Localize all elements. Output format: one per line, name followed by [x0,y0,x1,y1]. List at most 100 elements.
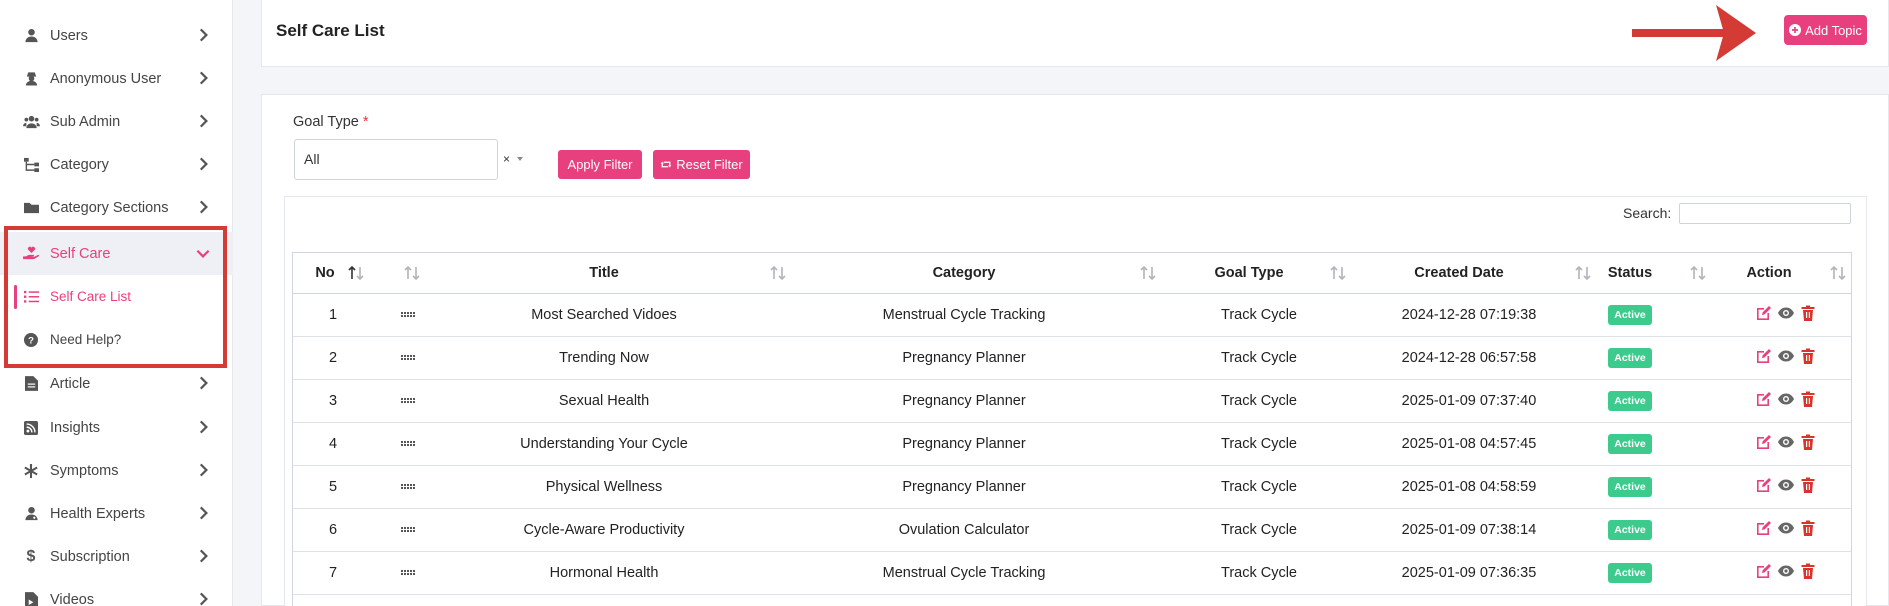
sort-icon[interactable] [1829,265,1847,281]
drag-handle-icon[interactable] [393,466,423,508]
file-video-icon [22,591,40,606]
sidebar-item-sub-admin[interactable]: Sub Admin [0,100,233,143]
view-icon[interactable] [1778,563,1794,583]
drag-handle-icon[interactable] [393,337,423,379]
column-header-created-date[interactable]: Created Date [1349,253,1569,293]
edit-icon[interactable] [1756,305,1772,325]
cell-no: 7 [328,565,338,581]
cell-no: 4 [328,436,338,452]
sort-icon[interactable] [1139,265,1157,281]
sidebar-item-insights[interactable]: Insights [0,406,233,449]
cell-category: Ovulation Calculator [898,522,1030,538]
cell-created-date: 2025-01-08 04:57:45 [1401,436,1537,452]
status-cell: Active [1594,423,1666,465]
chevron-right-icon [199,114,208,128]
chevron-right-icon [199,71,208,85]
table-row: 7 Hormonal Health Menstrual Cycle Tracking… [293,552,1851,595]
table-row: 1 Most Searched Vidoes Menstrual Cycle Tra… [293,294,1851,337]
folder-icon [22,199,40,217]
drag-handle-icon[interactable] [393,423,423,465]
goal-type-select[interactable]: All × [294,139,523,180]
table-header-row: No Title Category Goal Type Created Date… [293,253,1851,294]
column-header-status[interactable]: Status [1594,253,1666,293]
table-row: 2 Trending Now Pregnancy Planner Track Cycl… [293,337,1851,380]
sidebar-item-label: Videos [50,591,95,606]
view-icon[interactable] [1778,477,1794,497]
sidebar-item-category-sections[interactable]: Category Sections [0,186,233,229]
column-header-category[interactable]: Category [789,253,1139,293]
delete-icon[interactable] [1800,305,1816,325]
sidebar-item-label: Article [50,375,91,392]
edit-icon[interactable] [1756,348,1772,368]
edit-icon[interactable] [1756,563,1772,583]
sidebar-item-symptoms[interactable]: Symptoms [0,449,233,492]
drag-handle-icon[interactable] [393,380,423,422]
delete-icon[interactable] [1800,520,1816,540]
delete-icon[interactable] [1800,391,1816,411]
column-header-action[interactable]: Action [1709,253,1829,293]
action-cell [1709,380,1863,422]
view-icon[interactable] [1778,391,1794,411]
goal-type-label-text: Goal Type [293,114,359,130]
drag-handle-icon[interactable] [393,509,423,551]
sort-icon[interactable] [769,265,787,281]
add-topic-button[interactable]: Add Topic [1784,15,1867,45]
sidebar-item-label: Health Experts [50,505,146,522]
action-cell [1709,423,1863,465]
cell-created-date: 2025-01-09 07:38:14 [1401,522,1537,538]
edit-icon[interactable] [1756,520,1772,540]
cell-no: 5 [328,479,338,495]
edit-icon[interactable] [1756,391,1772,411]
cell-category: Pregnancy Planner [902,393,1026,409]
delete-icon[interactable] [1800,477,1816,497]
table-row: 5 Physical Wellness Pregnancy Planner Track… [293,466,1851,509]
delete-icon[interactable] [1800,348,1816,368]
sidebar-item-category[interactable]: Category [0,143,233,186]
table-row: 3 Sexual Health Pregnancy Planner Track Cyc… [293,380,1851,423]
edit-icon[interactable] [1756,477,1772,497]
cell-goal-type: Track Cycle [1221,307,1297,323]
sort-asc-icon[interactable] [347,265,365,281]
sidebar-item-article[interactable]: Article [0,362,233,405]
sidebar-item-subscription[interactable]: $ Subscription [0,535,233,578]
delete-icon[interactable] [1800,563,1816,583]
view-icon[interactable] [1778,520,1794,540]
sidebar-item-health-experts[interactable]: Health Experts [0,492,233,535]
status-cell: Active [1594,552,1666,594]
cell-goal-type: Track Cycle [1221,522,1297,538]
cell-goal-type: Track Cycle [1221,350,1297,366]
sort-icon[interactable] [1574,265,1592,281]
delete-icon[interactable] [1800,434,1816,454]
status-cell: Active [1594,380,1666,422]
rss-icon [22,419,40,437]
cell-created-date: 2025-01-09 07:36:35 [1401,565,1537,581]
edit-icon[interactable] [1756,434,1772,454]
add-topic-label: Add Topic [1805,22,1862,38]
status-badge: Active [1608,391,1652,411]
view-icon[interactable] [1778,305,1794,325]
retweet-icon [661,161,672,168]
sidebar-item-videos[interactable]: Videos [0,578,233,606]
sort-icon[interactable] [1689,265,1707,281]
file-icon [22,375,40,393]
users-icon [22,113,40,131]
dropdown-caret-icon [517,157,523,161]
drag-handle-icon[interactable] [393,552,423,594]
reset-filter-button[interactable]: Reset Filter [653,150,750,179]
drag-handle-icon[interactable] [393,294,423,336]
sidebar-item-users[interactable]: Users [0,14,233,57]
sidebar-item-anonymous-user[interactable]: Anonymous User [0,57,233,100]
view-icon[interactable] [1778,434,1794,454]
sort-icon[interactable] [403,265,421,281]
cell-goal-type: Track Cycle [1221,565,1297,581]
sidebar-item-label: Insights [50,419,100,436]
column-header-title[interactable]: Title [423,253,785,293]
apply-filter-button[interactable]: Apply Filter [558,150,642,179]
view-icon[interactable] [1778,348,1794,368]
search-input[interactable] [1679,203,1851,224]
column-header-goal-type[interactable]: Goal Type [1159,253,1339,293]
clear-selection-icon[interactable]: × [503,152,510,166]
action-cell [1709,509,1863,551]
sort-icon[interactable] [1329,265,1347,281]
search-label: Search: [1623,205,1672,221]
